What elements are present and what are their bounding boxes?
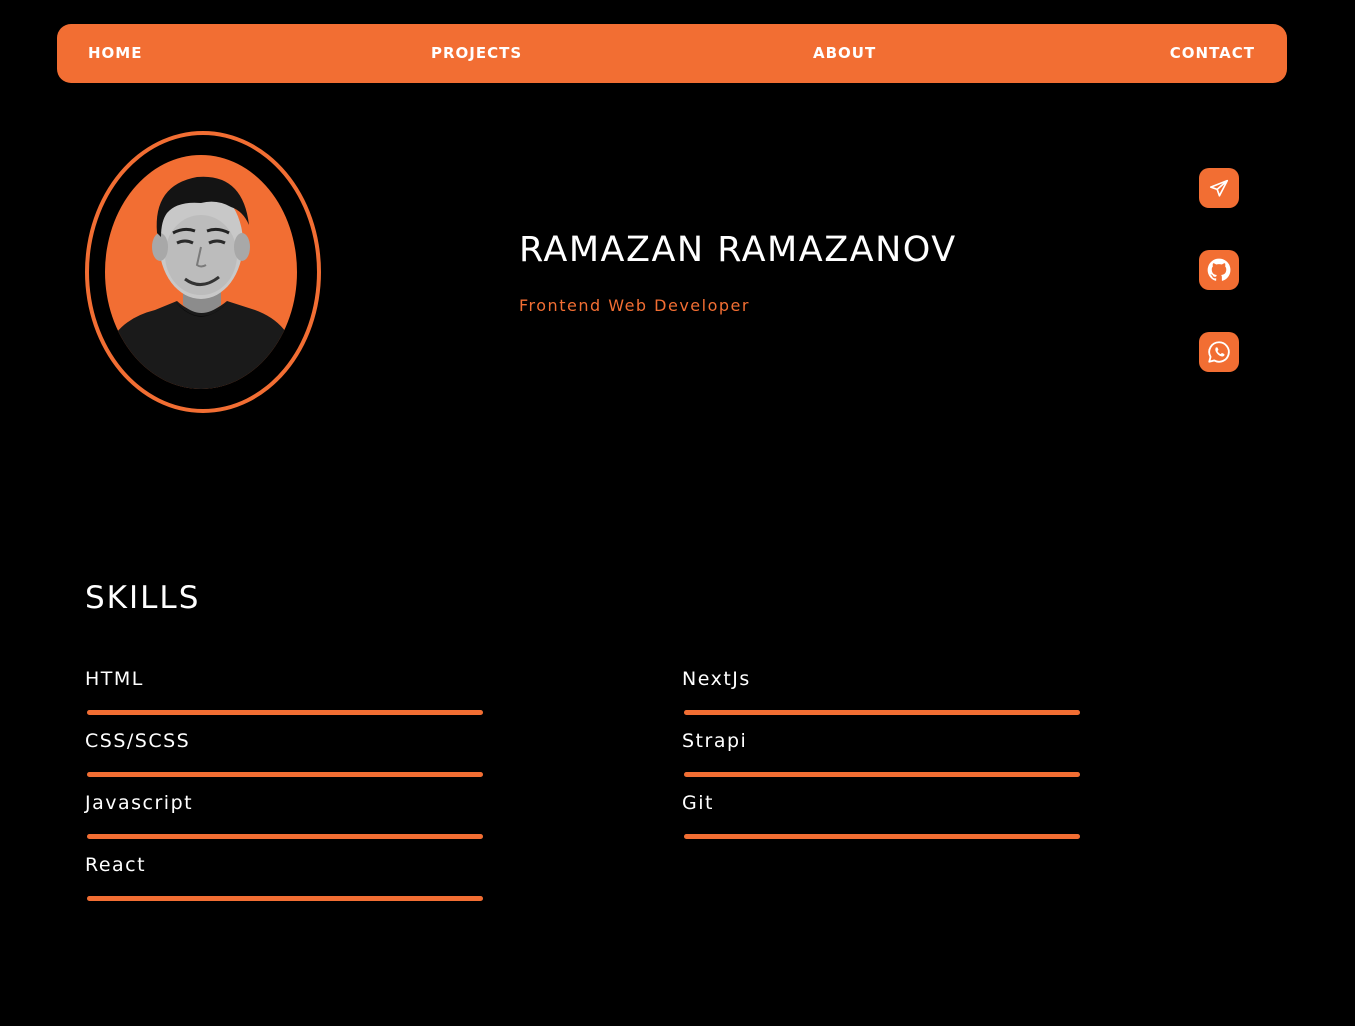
skill-label: HTML bbox=[85, 668, 144, 690]
skill-progress-fill bbox=[684, 834, 1080, 839]
avatar bbox=[105, 155, 297, 389]
nav-home-link[interactable]: HOME bbox=[88, 24, 142, 83]
nav-projects-link[interactable]: PROJECTS bbox=[431, 24, 522, 83]
skill-progress-fill bbox=[87, 896, 483, 901]
skill-progress-bar bbox=[87, 834, 483, 839]
skill-label: Javascript bbox=[85, 792, 194, 814]
skill-progress-bar bbox=[87, 772, 483, 777]
telegram-icon bbox=[1209, 179, 1229, 197]
nav-contact-link[interactable]: CONTACT bbox=[1170, 24, 1255, 83]
portrait-photo bbox=[105, 176, 297, 389]
whatsapp-icon bbox=[1208, 341, 1230, 363]
avatar-frame bbox=[85, 131, 321, 413]
skill-label: NextJs bbox=[682, 668, 751, 690]
github-icon bbox=[1207, 258, 1231, 281]
skill-label: Git bbox=[682, 792, 714, 814]
skill-progress-bar bbox=[684, 710, 1080, 715]
skill-progress-fill bbox=[684, 710, 1080, 715]
skill-progress-bar bbox=[87, 710, 483, 715]
profile-name: RAMAZAN RAMAZANOV bbox=[519, 230, 957, 270]
skill-progress-fill bbox=[87, 772, 483, 777]
skill-label: React bbox=[85, 854, 147, 876]
skill-progress-fill bbox=[87, 834, 483, 839]
telegram-link[interactable] bbox=[1199, 168, 1239, 208]
portfolio-page: HOME PROJECTS ABOUT CONTACT RAMAZAN RAMA… bbox=[0, 0, 1355, 1026]
skills-heading: SKILLS bbox=[85, 580, 201, 616]
skill-progress-bar bbox=[87, 896, 483, 901]
skill-label: CSS/SCSS bbox=[85, 730, 191, 752]
nav-about-link[interactable]: ABOUT bbox=[813, 24, 876, 83]
skill-progress-bar bbox=[684, 772, 1080, 777]
skill-progress-bar bbox=[684, 834, 1080, 839]
skill-progress-fill bbox=[87, 710, 483, 715]
whatsapp-link[interactable] bbox=[1199, 332, 1239, 372]
top-navbar: HOME PROJECTS ABOUT CONTACT bbox=[57, 24, 1287, 83]
skill-progress-fill bbox=[684, 772, 1080, 777]
skill-label: Strapi bbox=[682, 730, 748, 752]
profile-role: Frontend Web Developer bbox=[519, 296, 750, 315]
github-link[interactable] bbox=[1199, 250, 1239, 290]
